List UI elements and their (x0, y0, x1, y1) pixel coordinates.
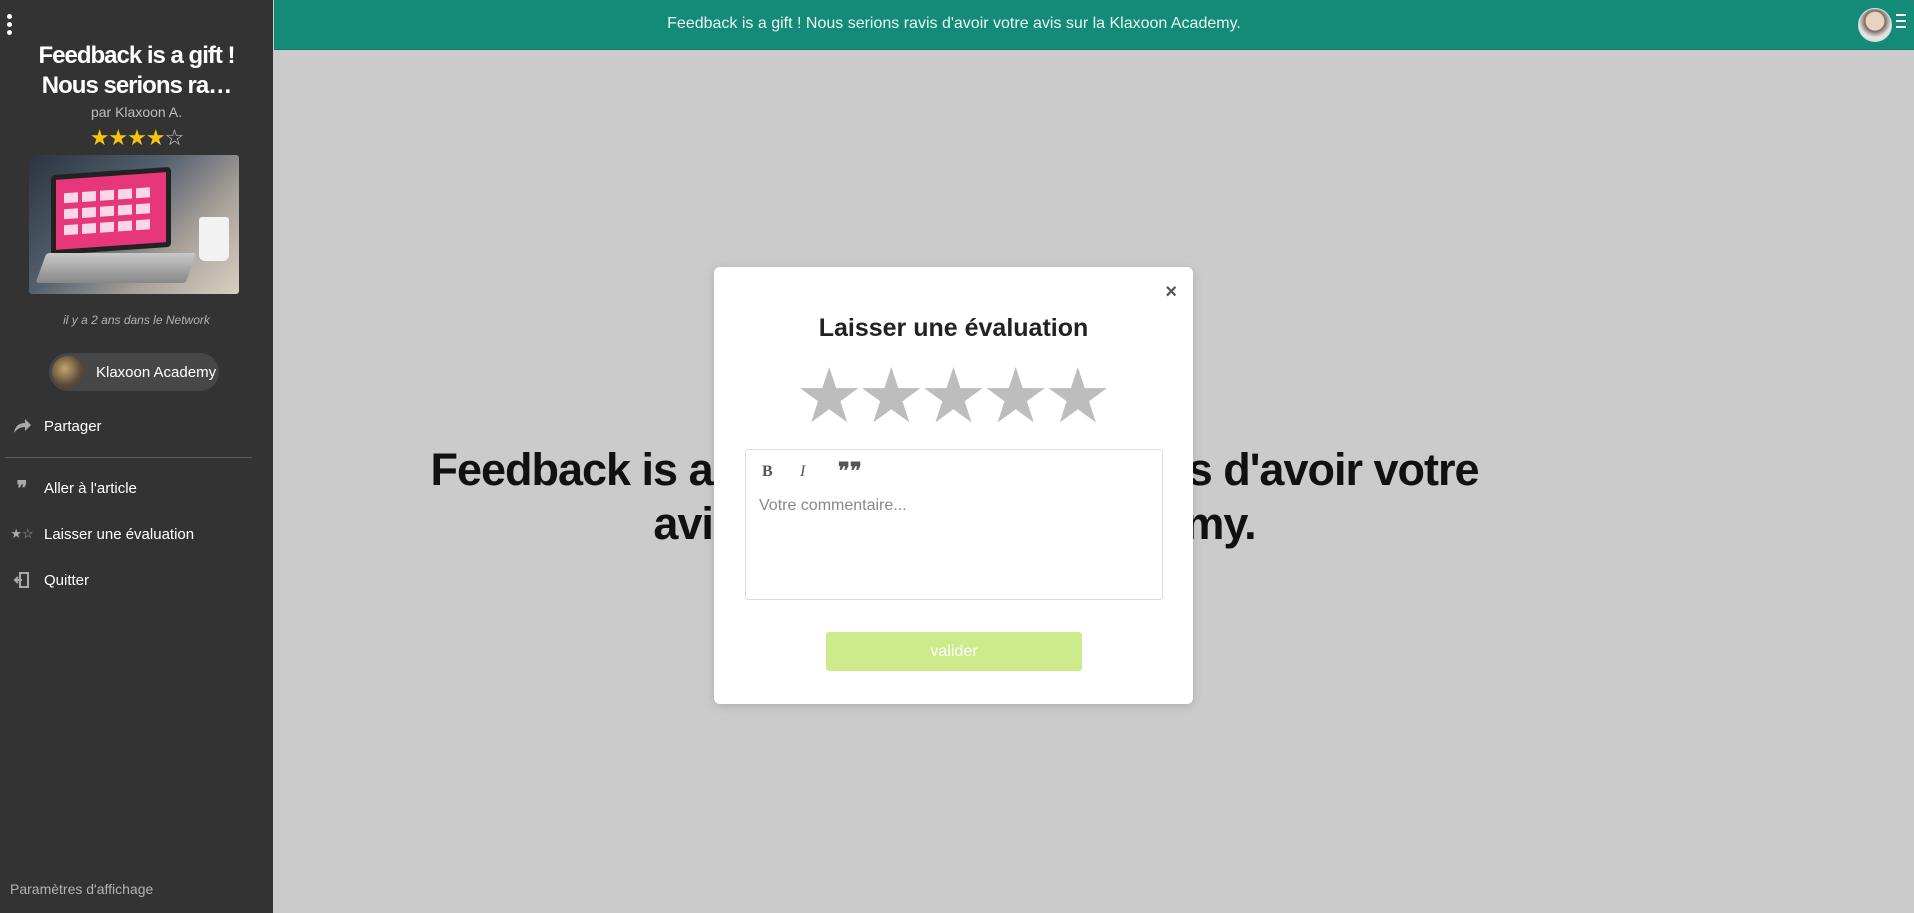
star-3-icon[interactable]: ★ (919, 357, 987, 437)
star-4-icon[interactable]: ★ (982, 357, 1050, 437)
display-settings-link[interactable]: Paramètres d'affichage (10, 881, 153, 897)
comment-editor: B I ❞❞ (745, 449, 1163, 600)
star-1-icon[interactable]: ★ (795, 357, 863, 437)
menu-item-go-to-article[interactable]: ❞ Aller à l'article (0, 470, 273, 506)
comment-input[interactable] (757, 495, 1151, 589)
dialog-title: Laisser une évaluation (818, 314, 1089, 342)
bold-button[interactable]: B (762, 463, 800, 481)
menu-item-label: Partager (44, 417, 102, 435)
editor-toolbar: B I ❞❞ (762, 460, 876, 482)
sidebar-title: Feedback is a gift ! Nous serions ra… (0, 41, 273, 101)
network-chip[interactable]: Klaxoon Academy (49, 353, 219, 391)
close-icon[interactable]: × (1165, 281, 1177, 304)
menu-icon[interactable] (1896, 14, 1906, 32)
network-avatar (52, 356, 84, 388)
network-chip-label: Klaxoon Academy (96, 363, 217, 381)
sidebar-title-line2: Nous serions ra… (41, 72, 232, 99)
sidebar: Feedback is a gift ! Nous serions ra… pa… (0, 0, 273, 913)
star-rating-input: ★ ★ ★ ★ ★ (714, 357, 1193, 437)
laptop-illustration (51, 166, 171, 256)
star-5-icon[interactable]: ★ (1044, 357, 1112, 437)
sidebar-title-line1: Feedback is a gift ! (38, 42, 235, 69)
article-thumbnail[interactable] (29, 155, 239, 294)
share-icon (0, 417, 44, 435)
empty-star-icon: ☆ (164, 125, 185, 150)
rating-display: ★★★★☆ (0, 125, 273, 151)
menu-item-share[interactable]: Partager (0, 408, 273, 444)
user-avatar[interactable] (1858, 8, 1892, 42)
banner-text: Feedback is a gift ! Nous serions ravis … (667, 15, 1241, 32)
mug-illustration (199, 217, 229, 261)
menu-item-quit[interactable]: Quitter (0, 562, 273, 598)
divider (5, 457, 252, 458)
exit-icon (0, 571, 44, 589)
quote-icon: ❞ (16, 477, 28, 500)
quote-button[interactable]: ❞❞ (838, 460, 876, 482)
menu-item-label: Aller à l'article (44, 479, 137, 497)
rating-stars-icon: ★☆ (10, 526, 34, 541)
menu-item-leave-rating[interactable]: ★☆ Laisser une évaluation (0, 516, 273, 552)
publish-meta: il y a 2 ans dans le Network (63, 313, 210, 327)
menu-item-label: Quitter (44, 571, 90, 589)
author: par Klaxoon A. (90, 104, 183, 120)
filled-stars-icon: ★★★★ (89, 125, 166, 150)
top-banner: Feedback is a gift ! Nous serions ravis … (274, 0, 1914, 50)
rating-dialog: × Laisser une évaluation ★ ★ ★ ★ ★ B I ❞… (714, 267, 1193, 704)
star-2-icon[interactable]: ★ (857, 357, 925, 437)
menu-item-label: Laisser une évaluation (44, 525, 195, 543)
more-options-icon[interactable] (5, 14, 15, 38)
submit-button[interactable]: valider (826, 632, 1082, 671)
italic-button[interactable]: I (800, 463, 838, 481)
